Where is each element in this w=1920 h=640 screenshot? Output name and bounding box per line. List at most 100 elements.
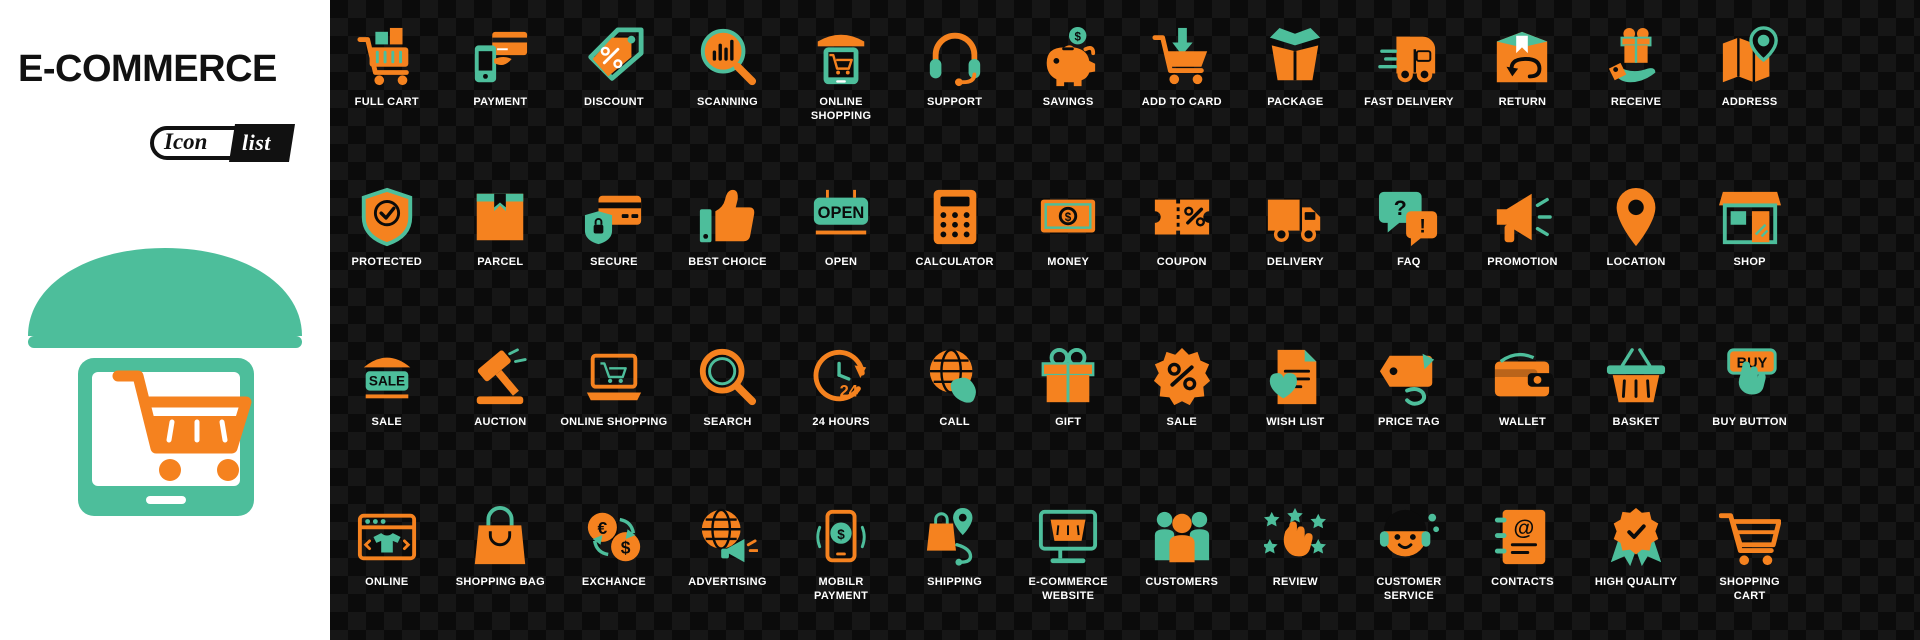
icon-cell-shipping[interactable]: SHIPPING (898, 480, 1012, 640)
svg-text:€: € (597, 518, 607, 538)
icon-cell-full-cart[interactable]: FULL CART (330, 0, 444, 160)
icon-cell-review[interactable]: REVIEW (1239, 480, 1353, 640)
icon-label: GIFT (1055, 416, 1082, 428)
parcel-box-icon (477, 193, 524, 241)
fast-delivery-truck-icon (1378, 36, 1436, 83)
icon-label: ONLINE SHOPPING (560, 416, 668, 428)
icon-cell-fast-delivery[interactable]: FAST DELIVERY (1352, 0, 1466, 160)
icon-cell-online[interactable]: ONLINE (330, 480, 444, 640)
icon-cell-address[interactable]: ADDRESS (1693, 0, 1807, 160)
sale-percent-badge-icon (1153, 347, 1210, 406)
icon-cell-auction[interactable]: AUCTION (444, 320, 558, 480)
icon-label: ADD TO CARD (1141, 96, 1222, 108)
icon-cell-online-shopping[interactable]: ONLINE SHOPPING (784, 0, 898, 160)
icon-cell-spacer-row4 (1806, 480, 1920, 640)
icon-cell-online-shopping-laptop[interactable]: ONLINE SHOPPING (557, 320, 671, 480)
icon-label: RETURN (1498, 96, 1547, 108)
magnifier-chart-icon (701, 28, 757, 86)
icon-cell-sale-badge[interactable]: SALE (1125, 320, 1239, 480)
icon-cell-money[interactable]: $ MONEY (1011, 160, 1125, 320)
icon-cell-faq[interactable]: ? ! FAQ (1352, 160, 1466, 320)
icon-cell-open[interactable]: OPEN OPEN (784, 160, 898, 320)
icon-label: SHOP (1733, 256, 1766, 268)
icon-cell-advertising[interactable]: ADVERTISING (671, 480, 785, 640)
icon-cell-return[interactable]: RETURN (1466, 0, 1580, 160)
search-magnifier-icon (700, 348, 757, 406)
advertising-globe-megaphone-icon (702, 508, 759, 563)
icon-cell-customers[interactable]: CUSTOMERS (1125, 480, 1239, 640)
icon-list-logo: Icon list (150, 124, 296, 164)
icon-label: OPEN (824, 256, 858, 268)
icon-label: REVIEW (1272, 576, 1318, 588)
wish-list-heart-document-icon (1270, 349, 1317, 405)
icon-label: SHIPPING (927, 576, 983, 588)
icon-label: DELIVERY (1266, 256, 1324, 268)
icon-cell-discount[interactable]: DISCOUNT (557, 0, 671, 160)
wallet-icon (1495, 352, 1554, 397)
location-pin-icon (1616, 187, 1656, 247)
discount-tag-icon (588, 27, 644, 81)
icon-cell-best-choice[interactable]: BEST CHOICE (671, 160, 785, 320)
icon-cell-high-quality[interactable]: HIGH QUALITY (1579, 480, 1693, 640)
shipping-bag-route-icon (926, 507, 973, 566)
icon-cell-basket[interactable]: BASKET (1579, 320, 1693, 480)
icon-label: HIGH QUALITY (1594, 576, 1678, 588)
icon-label: CALL (939, 416, 970, 428)
svg-text:OPEN: OPEN (818, 204, 865, 222)
icon-cell-price-tag[interactable]: PRICE TAG (1352, 320, 1466, 480)
icon-label: SCANNING (696, 96, 759, 108)
left-title-panel: E-COMMERCE Icon list (0, 0, 330, 640)
icon-cell-promotion[interactable]: PROMOTION (1466, 160, 1580, 320)
secure-card-lock-icon (584, 195, 642, 245)
icon-cell-coupon[interactable]: COUPON (1125, 160, 1239, 320)
icon-cell-spacer-row1 (1806, 0, 1920, 160)
icon-cell-sale[interactable]: SALE SALE (330, 320, 444, 480)
icon-cell-parcel[interactable]: PARCEL (444, 160, 558, 320)
icon-cell-receive[interactable]: RECEIVE (1579, 0, 1693, 160)
icon-cell-24-hours[interactable]: 24 24 HOURS (784, 320, 898, 480)
icon-cell-protected[interactable]: PROTECTED (330, 160, 444, 320)
icon-cell-wallet[interactable]: WALLET (1466, 320, 1580, 480)
icon-label: PRICE TAG (1378, 416, 1440, 428)
banknote-money-icon: $ (1041, 199, 1096, 233)
icon-cell-wish-list[interactable]: WISH LIST (1239, 320, 1353, 480)
icon-label: BEST CHOICE (688, 256, 767, 268)
icon-cell-add-to-card[interactable]: ADD TO CARD (1125, 0, 1239, 160)
icon-cell-savings[interactable]: $ SAVINGS (1011, 0, 1125, 160)
icon-label: SHOPPING BAG (455, 576, 545, 588)
icon-cell-mobile-payment[interactable]: $ MOBILR PAYMENT (784, 480, 898, 640)
icon-cell-secure[interactable]: SECURE (557, 160, 671, 320)
icon-cell-customer-service[interactable]: CUSTOMER SERVICE (1352, 480, 1466, 640)
icon-cell-shop[interactable]: SHOP (1693, 160, 1807, 320)
icon-cell-support[interactable]: SUPPORT (898, 0, 1012, 160)
icon-cell-payment[interactable]: PAYMENT (444, 0, 558, 160)
icon-cell-shopping-bag[interactable]: SHOPPING BAG (444, 480, 558, 640)
icon-cell-gift[interactable]: GIFT (1011, 320, 1125, 480)
map-pin-address-icon (1722, 26, 1778, 83)
icon-cell-shopping-cart[interactable]: SHOPPING CART (1693, 480, 1807, 640)
review-stars-click-icon (1264, 507, 1327, 557)
icon-cell-calculator[interactable]: CALCULATOR (898, 160, 1012, 320)
icon-cell-delivery[interactable]: DELIVERY (1239, 160, 1353, 320)
icon-cell-contacts[interactable]: @ CONTACTS (1466, 480, 1580, 640)
icon-label: MOBILR PAYMENT (814, 576, 869, 602)
icon-cell-scanning[interactable]: SCANNING (671, 0, 785, 160)
icon-cell-search[interactable]: SEARCH (671, 320, 785, 480)
icon-cell-package[interactable]: PACKAGE (1239, 0, 1353, 160)
icon-cell-call[interactable]: CALL (898, 320, 1012, 480)
icon-label: SEARCH (703, 416, 752, 428)
icon-label: AUCTION (474, 416, 527, 428)
icon-cell-location[interactable]: LOCATION (1579, 160, 1693, 320)
icon-label: FAQ (1397, 256, 1421, 268)
icon-cell-exchange[interactable]: € $ EXCHANCE (557, 480, 671, 640)
icon-label: PACKAGE (1267, 96, 1324, 108)
receive-gift-hand-icon (1608, 27, 1656, 83)
icon-cell-ecommerce-website[interactable]: E-COMMERCE WEBSITE (1011, 480, 1125, 640)
thumbs-up-icon (700, 189, 755, 243)
icon-label: RECEIVE (1610, 96, 1662, 108)
piggy-bank-icon: $ (1046, 26, 1096, 87)
icon-label: FULL CART (354, 96, 419, 108)
customer-service-agent-icon (1379, 509, 1439, 557)
icon-label: PARCEL (477, 256, 524, 268)
icon-cell-buy-button[interactable]: BUY BUY BUTTON (1693, 320, 1807, 480)
